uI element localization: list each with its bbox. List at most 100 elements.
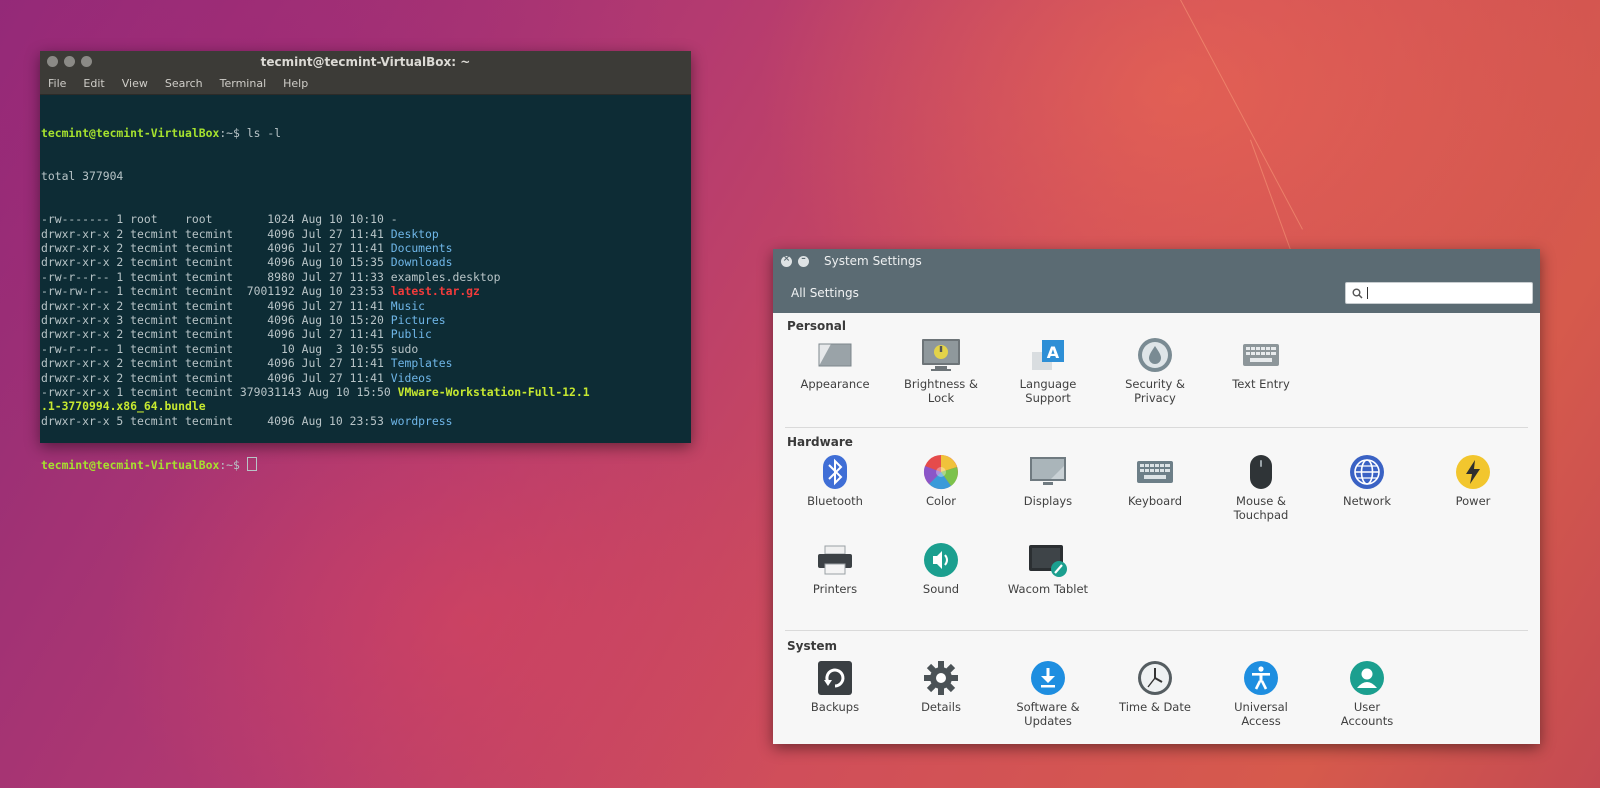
file-meta: drwxr-xr-x 2 tecmint tecmint 4096 Jul 27…	[41, 241, 391, 255]
all-settings-button[interactable]: All Settings	[791, 286, 859, 300]
section-title-system: System	[787, 639, 837, 653]
listing-row: drwxr-xr-x 2 tecmint tecmint 4096 Jul 27…	[41, 227, 691, 241]
shell-prompt: tecmint@tecmint-VirtualBox	[41, 125, 220, 140]
file-meta: drwxr-xr-x 3 tecmint tecmint 4096 Aug 10…	[41, 312, 391, 327]
section-title-hardware: Hardware	[787, 435, 853, 449]
file-meta: drwxr-xr-x 2 tecmint tecmint 4096 Jul 27…	[41, 356, 391, 371]
settings-item-label: Color	[925, 494, 957, 508]
settings-item-label: Displays	[1023, 494, 1073, 508]
time-date-icon	[1135, 660, 1175, 696]
file-name: Pictures	[390, 312, 446, 327]
search-text-cursor	[1367, 287, 1368, 299]
settings-item-label: Printers	[812, 582, 858, 596]
shell-prompt: tecmint@tecmint-VirtualBox	[41, 457, 220, 472]
mouse-touchpad-icon	[1241, 454, 1281, 490]
settings-item-details[interactable]: Details	[888, 660, 994, 714]
listing-row: drwxr-xr-x 2 tecmint tecmint 4096 Aug 10…	[41, 255, 691, 269]
settings-item-label: Mouse & Touchpad	[1233, 494, 1289, 522]
listing-rows: -rw------- 1 root root 1024 Aug 10 10:10…	[41, 212, 691, 428]
settings-item-user-accounts[interactable]: User Accounts	[1314, 660, 1420, 728]
terminal-titlebar[interactable]: tecmint@tecmint-VirtualBox: ~	[40, 51, 691, 72]
sound-icon	[921, 542, 961, 578]
search-input[interactable]	[1372, 286, 1526, 300]
settings-item-brightness-lock[interactable]: Brightness & Lock	[888, 337, 994, 405]
file-name: Videos	[390, 370, 432, 385]
file-name: VMware-Workstation-Full-12.1	[397, 384, 590, 399]
settings-item-network[interactable]: Network	[1314, 454, 1420, 508]
settings-item-appearance[interactable]: Appearance	[782, 337, 888, 391]
settings-item-keyboard[interactable]: Keyboard	[1102, 454, 1208, 508]
settings-item-label: Wacom Tablet	[1007, 582, 1089, 596]
search-icon	[1352, 288, 1363, 299]
minimize-window-button[interactable]: –	[798, 254, 809, 267]
terminal-window[interactable]: tecmint@tecmint-VirtualBox: ~ File Edit …	[40, 51, 691, 471]
listing-row: drwxr-xr-x 2 tecmint tecmint 4096 Jul 27…	[41, 327, 691, 341]
prompt-line: tecmint@tecmint-VirtualBox:~$	[41, 456, 691, 472]
menu-help[interactable]: Help	[283, 77, 308, 90]
close-window-button[interactable]: ×	[781, 254, 792, 267]
terminal-output[interactable]: tecmint@tecmint-VirtualBox:~$ ls -l tota…	[40, 95, 691, 500]
file-meta: -rw-rw-r-- 1 tecmint tecmint 7001192 Aug…	[41, 284, 391, 299]
file-name: Desktop	[390, 226, 439, 241]
menu-terminal[interactable]: Terminal	[220, 77, 267, 90]
search-box[interactable]	[1345, 282, 1533, 304]
file-name: Downloads	[390, 255, 453, 270]
displays-icon	[1028, 454, 1068, 490]
svg-text:A: A	[1047, 343, 1060, 362]
file-name: Public	[390, 327, 432, 342]
settings-item-mouse-touchpad[interactable]: Mouse & Touchpad	[1208, 454, 1314, 522]
settings-item-sound[interactable]: Sound	[888, 542, 994, 596]
settings-item-label: Details	[921, 700, 961, 714]
file-name: Music	[390, 298, 426, 313]
settings-item-language-support[interactable]: A Language Support	[995, 337, 1101, 405]
appearance-icon	[815, 337, 855, 373]
terminal-menubar: File Edit View Search Terminal Help	[40, 72, 691, 95]
menu-view[interactable]: View	[122, 77, 148, 90]
file-name: Documents	[390, 241, 453, 255]
settings-item-printers[interactable]: Printers	[782, 542, 888, 596]
prompt-suffix: :~$	[219, 125, 240, 140]
settings-item-label: Software & Updates	[1016, 700, 1080, 728]
listing-row: .1-3770994.x86_64.bundle	[41, 399, 691, 413]
wallpaper-streak	[1180, 0, 1303, 230]
settings-item-label: Sound	[922, 582, 960, 596]
settings-item-bluetooth[interactable]: Bluetooth	[782, 454, 888, 508]
universal-access-icon	[1241, 660, 1281, 696]
file-meta: -rw-r--r-- 1 tecmint tecmint 10 Aug 3 10…	[41, 341, 391, 356]
settings-item-power[interactable]: Power	[1420, 454, 1526, 508]
menu-search[interactable]: Search	[165, 77, 203, 90]
listing-row: -rwxr-xr-x 1 tecmint tecmint 379031143 A…	[41, 385, 691, 399]
printers-icon	[815, 542, 855, 578]
file-name: latest.tar.gz	[390, 284, 480, 299]
listing-row: -rw-r--r-- 1 tecmint tecmint 10 Aug 3 10…	[41, 342, 691, 356]
prompt-suffix: :~$	[219, 457, 240, 472]
listing-row: drwxr-xr-x 3 tecmint tecmint 4096 Aug 10…	[41, 313, 691, 327]
settings-item-time-date[interactable]: Time & Date	[1102, 660, 1208, 714]
command-line: tecmint@tecmint-VirtualBox:~$ ls -l	[41, 126, 691, 140]
settings-item-color[interactable]: Color	[888, 454, 994, 508]
settings-item-text-entry[interactable]: Text Entry	[1208, 337, 1314, 391]
settings-item-wacom-tablet[interactable]: Wacom Tablet	[995, 542, 1101, 596]
listing-row: -rw-rw-r-- 1 tecmint tecmint 7001192 Aug…	[41, 284, 691, 298]
system-settings-window[interactable]: × – System Settings All Settings Persona…	[773, 249, 1540, 744]
settings-item-universal-access[interactable]: Universal Access	[1208, 660, 1314, 728]
security-privacy-icon	[1135, 337, 1175, 373]
settings-item-displays[interactable]: Displays	[995, 454, 1101, 508]
settings-titlebar[interactable]: × – System Settings	[773, 249, 1540, 273]
keyboard-icon	[1135, 454, 1175, 490]
file-name: sudo	[390, 341, 419, 356]
listing-row: drwxr-xr-x 5 tecmint tecmint 4096 Aug 10…	[41, 414, 691, 428]
details-icon	[921, 660, 961, 696]
listing-row: drwxr-xr-x 2 tecmint tecmint 4096 Jul 27…	[41, 371, 691, 385]
wallpaper-streak	[1250, 139, 1296, 263]
text-entry-icon	[1241, 337, 1281, 373]
settings-item-software-updates[interactable]: Software & Updates	[995, 660, 1101, 728]
settings-item-backups[interactable]: Backups	[782, 660, 888, 714]
file-meta: -rw-r--r-- 1 tecmint tecmint 8980 Jul 27…	[41, 269, 391, 284]
listing-row: drwxr-xr-x 2 tecmint tecmint 4096 Jul 27…	[41, 356, 691, 370]
menu-file[interactable]: File	[48, 77, 66, 90]
file-meta: drwxr-xr-x 2 tecmint tecmint 4096 Jul 27…	[41, 370, 391, 385]
menu-edit[interactable]: Edit	[83, 77, 104, 90]
user-accounts-icon	[1347, 660, 1387, 696]
settings-item-security-privacy[interactable]: Security & Privacy	[1102, 337, 1208, 405]
